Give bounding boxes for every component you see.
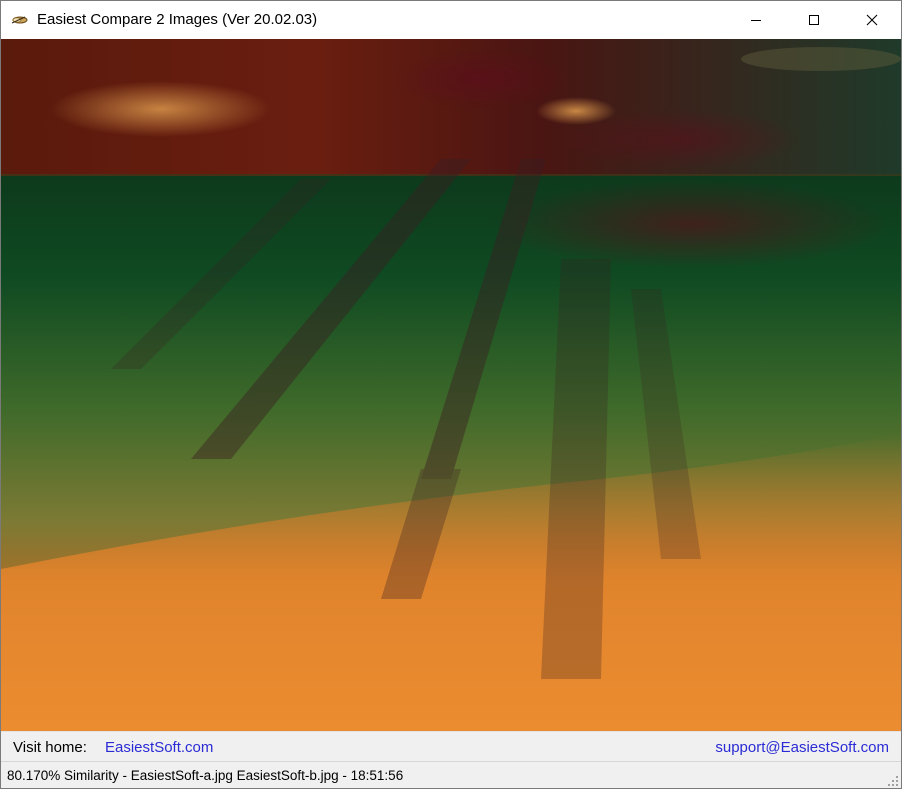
maximize-button[interactable] bbox=[785, 1, 843, 39]
minimize-icon bbox=[751, 20, 761, 21]
close-button[interactable] bbox=[843, 1, 901, 39]
visit-home-label: Visit home: bbox=[13, 739, 87, 756]
title-bar[interactable]: Easiest Compare 2 Images (Ver 20.02.03) bbox=[1, 1, 901, 39]
support-email-link[interactable]: support@EasiestSoft.com bbox=[715, 739, 889, 756]
difference-image bbox=[1, 39, 901, 731]
link-bar: Visit home: EasiestSoft.com support@Easi… bbox=[1, 731, 901, 762]
resize-grip-icon[interactable] bbox=[887, 775, 899, 787]
close-icon bbox=[866, 14, 878, 26]
app-window: Easiest Compare 2 Images (Ver 20.02.03) bbox=[0, 0, 902, 789]
home-link[interactable]: EasiestSoft.com bbox=[105, 739, 213, 756]
maximize-icon bbox=[809, 15, 819, 25]
minimize-button[interactable] bbox=[727, 1, 785, 39]
status-text: 80.170% Similarity - EasiestSoft-a.jpg E… bbox=[7, 768, 404, 783]
status-bar: 80.170% Similarity - EasiestSoft-a.jpg E… bbox=[1, 761, 901, 788]
window-title: Easiest Compare 2 Images (Ver 20.02.03) bbox=[37, 11, 318, 28]
app-icon bbox=[10, 11, 28, 29]
